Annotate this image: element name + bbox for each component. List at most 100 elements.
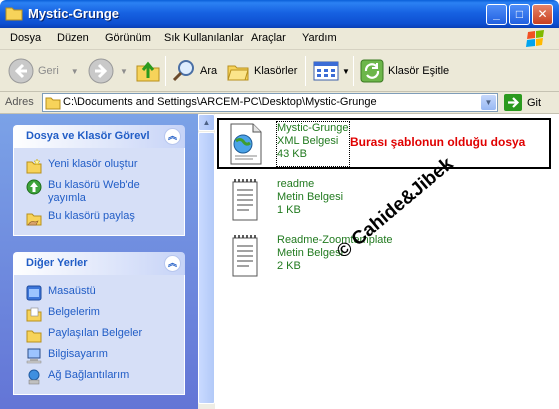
address-label: Adres [5,96,34,108]
file-type: XML Belgesi [277,135,339,147]
back-dropdown-icon[interactable]: ▼ [71,67,79,76]
toolbar-separator [353,56,354,86]
toolbar-separator [305,56,306,86]
annotation-text: Burası şablonun olduğu dosya [350,135,526,149]
sync-icon [360,59,384,83]
new-folder-icon [26,158,42,174]
forward-button[interactable]: ▼ [88,55,128,87]
place-shared-documents[interactable]: Paylaşılan Belgeler [14,325,184,346]
file-folder-tasks-panel: Dosya ve Klasör Görevl ︽ Yeni klasör olu… [13,125,185,236]
place-label: Belgelerim [48,306,100,318]
search-button[interactable]: Ara [172,55,217,87]
place-network[interactable]: Ağ Bağlantılarım [14,367,184,388]
folder-icon [45,97,61,110]
folder-sync-button[interactable]: Klasör Eşitle [360,55,449,87]
file-item[interactable]: Mystic-Grunge XML Belgesi 43 KB [223,121,350,167]
text-document-icon [232,235,258,277]
my-documents-icon [26,307,42,322]
menu-view[interactable]: Görünüm [105,32,151,44]
place-label: Bilgisayarım [48,348,108,360]
scroll-up-icon[interactable]: ▲ [198,114,215,131]
network-icon [28,369,40,385]
place-my-computer[interactable]: Bilgisayarım [14,346,184,367]
up-folder-icon [136,61,160,82]
search-icon [172,60,194,82]
file-size: 2 KB [277,260,301,272]
watermark-text: © Cahide&Jibek [332,153,458,263]
close-button[interactable]: ✕ [532,4,553,25]
file-type: Metin Belgesi [277,191,344,203]
place-label: Paylaşılan Belgeler [48,327,143,339]
menu-edit[interactable]: Düzen [57,32,89,44]
task-label: Bu klasörü Web'de yayımla [48,179,140,204]
forward-dropdown-icon[interactable]: ▼ [120,67,128,76]
xml-document-icon [230,123,262,165]
scroll-thumb[interactable] [198,132,215,404]
address-dropdown-icon[interactable]: ▼ [481,95,496,110]
file-size: 1 KB [277,204,301,216]
up-folder-button[interactable] [135,55,161,87]
windows-logo-icon [526,30,544,47]
file-list: Mystic-Grunge XML Belgesi 43 KB Burası ş… [215,114,559,409]
publish-web-icon [26,179,42,195]
forward-arrow-icon [88,58,114,84]
task-label: Yeni klasör oluştur [48,158,138,170]
file-name: readme [277,178,315,190]
back-arrow-icon [8,58,34,84]
menu-bar: Dosya Düzen Görünüm Sık Kullanılanlar Ar… [0,28,559,50]
text-document-icon [232,179,258,221]
go-arrow-icon [504,94,522,111]
menu-tools[interactable]: Araçlar [251,32,286,44]
back-button[interactable]: Geri ▼ [8,55,79,87]
place-my-documents[interactable]: Belgelerim [14,304,184,325]
file-info: readme Metin Belgesi 1 KB [277,178,343,222]
task-pane: Dosya ve Klasör Görevl ︽ Yeni klasör olu… [0,114,198,409]
file-size: 43 KB [277,148,307,160]
panel-body: Masaüstü Belgelerim Paylaşılan Belgeler [13,275,185,395]
toolbar: Geri ▼ ▼ Ara Klasörler ▼ Klasör Eşitle [0,50,559,92]
file-item[interactable]: readme Metin Belgesi 1 KB [223,178,343,222]
task-share-folder[interactable]: Bu klasörü paylaş [14,208,184,229]
address-bar: Adres C:\Documents and Settings\ARCEM-PC… [0,92,559,114]
task-publish-web[interactable]: Bu klasörü Web'de yayımla [14,177,184,208]
file-info: Mystic-Grunge XML Belgesi 43 KB [276,121,350,167]
panel-body: Yeni klasör oluştur Bu klasörü Web'de ya… [13,148,185,236]
folder-icon [5,7,23,21]
menu-file[interactable]: Dosya [10,32,41,44]
desktop-icon [26,285,42,301]
folders-label: Klasörler [254,65,298,77]
file-name: Mystic-Grunge [277,122,349,134]
toolbar-separator [165,56,166,86]
search-label: Ara [200,65,218,77]
file-info: Readme-Zoomtemplate Metin Belgesi 2 KB [277,234,393,278]
back-label: Geri [38,65,59,77]
shared-documents-icon [26,330,42,343]
task-new-folder[interactable]: Yeni klasör oluştur [14,156,184,177]
panel-title: Dosya ve Klasör Görevl [26,130,150,142]
views-icon [313,61,339,81]
collapse-chevron-icon[interactable]: ︽ [164,255,181,272]
maximize-button[interactable]: □ [509,4,530,25]
vertical-scrollbar[interactable]: ▲ [198,114,215,409]
views-dropdown-icon[interactable]: ▼ [342,67,350,76]
address-path: C:\Documents and Settings\ARCEM-PC\Deskt… [63,96,377,108]
window-title: Mystic-Grunge [28,6,120,21]
views-button[interactable]: ▼ [313,55,350,87]
address-input[interactable]: C:\Documents and Settings\ARCEM-PC\Deskt… [42,93,498,112]
other-places-panel: Diğer Yerler ︽ Masaüstü Belgelerim Payla… [13,252,185,395]
minimize-button[interactable]: _ [486,4,507,25]
place-label: Masaüstü [48,285,96,297]
folders-button[interactable]: Klasörler [226,55,297,87]
panel-header[interactable]: Dosya ve Klasör Görevl ︽ [13,125,185,148]
share-folder-icon [26,213,42,226]
place-desktop[interactable]: Masaüstü [14,283,184,304]
panel-header[interactable]: Diğer Yerler ︽ [13,252,185,275]
title-bar: Mystic-Grunge _ □ ✕ [0,0,559,28]
collapse-chevron-icon[interactable]: ︽ [164,128,181,145]
go-button[interactable]: Git [504,93,541,112]
folders-icon [227,65,249,81]
panel-title: Diğer Yerler [26,257,88,269]
menu-favorites[interactable]: Sık Kullanılanlar [164,32,244,44]
folder-sync-label: Klasör Eşitle [388,65,450,77]
menu-help[interactable]: Yardım [302,32,337,44]
